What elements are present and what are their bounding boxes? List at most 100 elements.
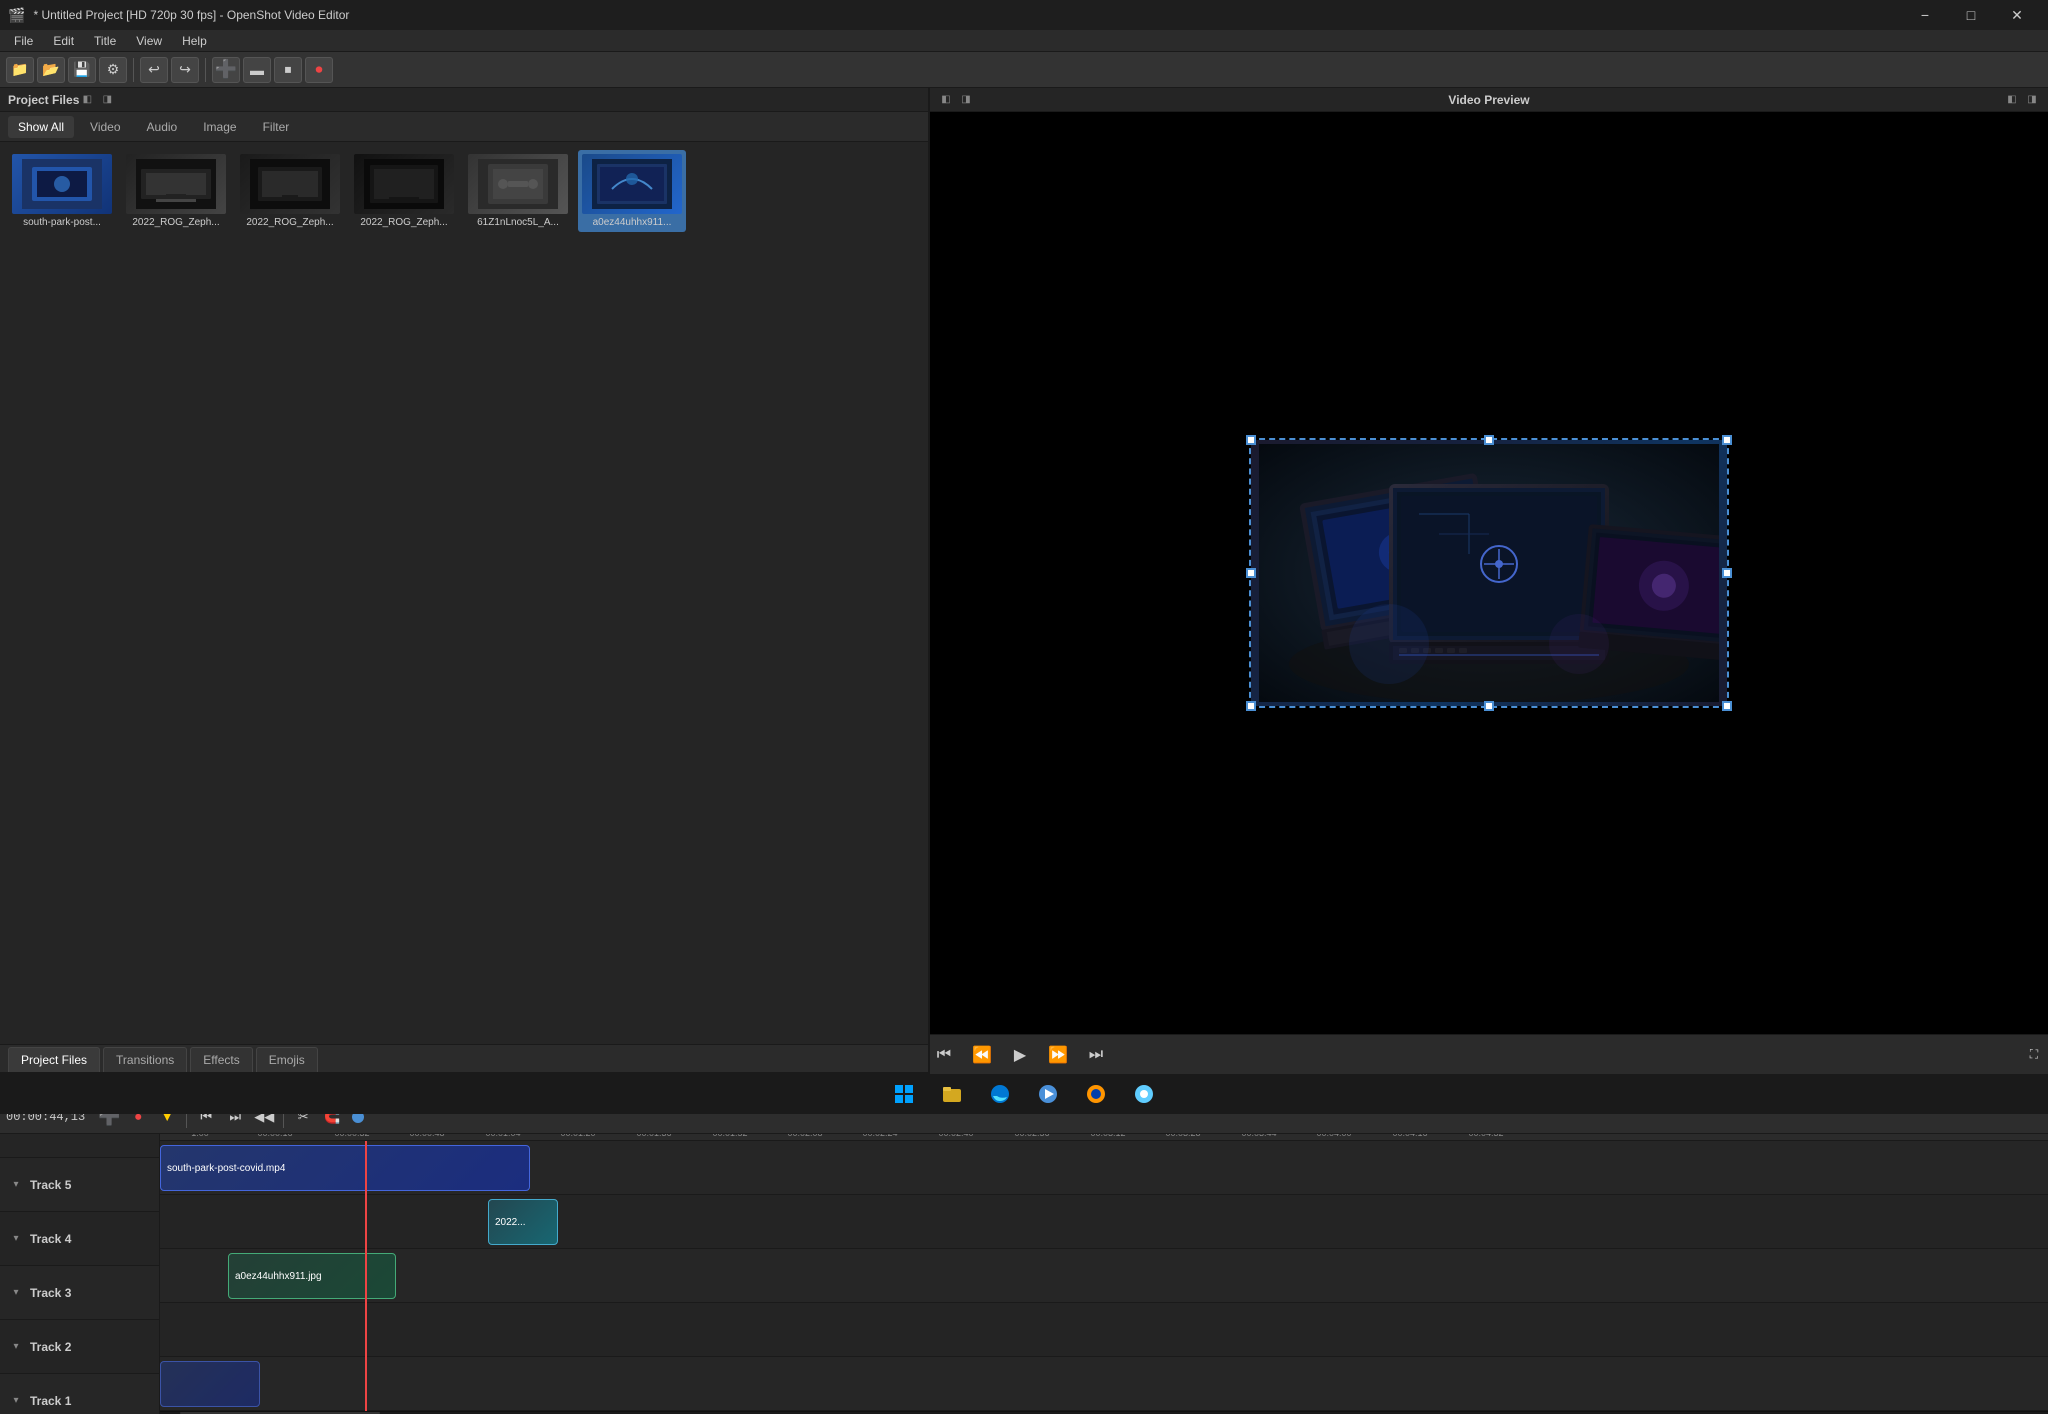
menu-edit[interactable]: Edit [43, 32, 84, 50]
ruler-mark-15: 00:04:00 [1316, 1134, 1351, 1138]
bt-tab-emojis[interactable]: Emojis [256, 1047, 318, 1072]
file-item-3[interactable]: 2022_ROG_Zeph... [350, 150, 458, 232]
track-row-5[interactable]: south-park-post-covid.mp4 [160, 1141, 2048, 1195]
track-row-2[interactable] [160, 1303, 2048, 1357]
ruler-mark-16: 00:04:16 [1392, 1134, 1427, 1138]
bt-tab-project-files[interactable]: Project Files [8, 1047, 100, 1072]
handle-tm[interactable] [1484, 435, 1494, 445]
thumb-img-4 [468, 154, 568, 214]
close-button[interactable]: ✕ [1994, 0, 2040, 30]
timeline-ruler[interactable]: 1:00 00:00:16 00:00:32 00:00:48 00:01:04… [160, 1134, 2048, 1141]
timeline-ruler-and-tracks: 1:00 00:00:16 00:00:32 00:00:48 00:01:04… [160, 1134, 2048, 1414]
add-media-button[interactable]: ➕ [212, 57, 240, 83]
step-back-button[interactable]: ⏪ [968, 1041, 996, 1069]
bt-tab-transitions[interactable]: Transitions [103, 1047, 187, 1072]
file-label-0: south-park-post... [23, 217, 101, 228]
clip-image[interactable]: a0ez44uhhx911.jpg [228, 1253, 396, 1299]
clip-southpark[interactable]: south-park-post-covid.mp4 [160, 1145, 530, 1191]
vp-icon-2[interactable]: ◨ [958, 92, 974, 108]
collapse-track-3[interactable]: ▾ [8, 1285, 24, 1301]
ruler-mark-5: 00:01:20 [560, 1134, 595, 1138]
rewind-to-start-button[interactable]: ⏮ [930, 1041, 958, 1069]
video-preview-header: ◧ ◨ Video Preview ◧ ◨ [930, 88, 2048, 112]
tab-audio[interactable]: Audio [137, 116, 188, 138]
tab-image[interactable]: Image [193, 116, 246, 138]
tab-video[interactable]: Video [80, 116, 130, 138]
stop-button[interactable]: ⏹ [274, 57, 302, 83]
video-canvas-inner[interactable] [1249, 438, 1729, 708]
new-button[interactable]: 📁 [6, 57, 34, 83]
timeline-content: ▾ Track 5 ▾ Track 4 ▾ Track 3 ▾ Track 2 … [0, 1134, 2048, 1414]
tab-filter[interactable]: Filter [253, 116, 300, 138]
menu-help[interactable]: Help [172, 32, 217, 50]
thumb-img-5 [582, 154, 682, 214]
file-item-1[interactable]: 2022_ROG_Zeph... [122, 150, 230, 232]
file-item-2[interactable]: 2022_ROG_Zeph... [236, 150, 344, 232]
step-forward-button[interactable]: ⏩ [1044, 1041, 1072, 1069]
vp-icon-1[interactable]: ◧ [938, 92, 954, 108]
firefox-icon [1085, 1083, 1107, 1105]
clip-2022-label: 2022... [495, 1217, 526, 1228]
clip-track1[interactable] [160, 1361, 260, 1407]
video-canvas [930, 112, 2048, 1034]
maximize-button[interactable]: □ [1948, 0, 1994, 30]
record-button[interactable]: ⏺ [305, 57, 333, 83]
handle-bl[interactable] [1246, 701, 1256, 711]
clip-2022[interactable]: 2022... [488, 1199, 558, 1245]
track-row-1[interactable] [160, 1357, 2048, 1411]
collapse-track-1[interactable]: ▾ [8, 1393, 24, 1409]
redo-button[interactable]: ↪ [171, 57, 199, 83]
project-files-title: Project Files [8, 93, 79, 107]
file-label-4: 61Z1nLnoc5L_A... [477, 217, 559, 228]
remove-button[interactable]: ▬ [243, 57, 271, 83]
tab-show-all[interactable]: Show All [8, 116, 74, 138]
fast-forward-button[interactable]: ⏭ [1082, 1041, 1110, 1069]
file-label-5: a0ez44uhhx911... [593, 217, 672, 228]
handle-bm[interactable] [1484, 701, 1494, 711]
timeline-section: Timeline ◧ ◨ 00:00:44,13 ➕ ⏺ ▼ ⏮ ⏭ ◀◀ ✂ … [0, 1074, 2048, 1414]
fullscreen-button[interactable]: ⛶ [2020, 1041, 2048, 1069]
menu-file[interactable]: File [4, 32, 43, 50]
taskbar-windows[interactable] [886, 1076, 922, 1112]
file-item-4[interactable]: 61Z1nLnoc5L_A... [464, 150, 572, 232]
minimize-button[interactable]: − [1902, 0, 1948, 30]
ruler-mark-10: 00:02:40 [938, 1134, 973, 1138]
file-item-0[interactable]: south-park-post... [8, 150, 116, 232]
open-button[interactable]: 📂 [37, 57, 65, 83]
video-controls: ⏮ ⏪ ▶ ⏩ ⏭ ⛶ [930, 1034, 2048, 1074]
track-row-3[interactable]: a0ez44uhhx911.jpg [160, 1249, 2048, 1303]
bt-tab-effects[interactable]: Effects [190, 1047, 252, 1072]
taskbar-firefox[interactable] [1078, 1076, 1114, 1112]
ruler-mark-8: 00:02:08 [787, 1134, 822, 1138]
titlebar-title: * Untitled Project [HD 720p 30 fps] - Op… [33, 8, 349, 22]
ruler-mark-0: 1:00 [191, 1134, 209, 1138]
handle-mr[interactable] [1722, 568, 1732, 578]
export-button[interactable]: ⚙ [99, 57, 127, 83]
save-button[interactable]: 💾 [68, 57, 96, 83]
collapse-track-2[interactable]: ▾ [8, 1339, 24, 1355]
handle-ml[interactable] [1246, 568, 1256, 578]
menu-title[interactable]: Title [84, 32, 126, 50]
taskbar-openshot[interactable] [1030, 1076, 1066, 1112]
track-row-4[interactable]: 2022... [160, 1195, 2048, 1249]
menu-view[interactable]: View [126, 32, 172, 50]
taskbar-settings[interactable] [1126, 1076, 1162, 1112]
track-3-name: Track 3 [30, 1286, 71, 1300]
thumbnail-grid: south-park-post... 2022_ROG_Zeph... [8, 150, 920, 232]
play-button[interactable]: ▶ [1006, 1041, 1034, 1069]
vp-icon-4[interactable]: ◨ [2024, 92, 2040, 108]
taskbar-edge[interactable] [982, 1076, 1018, 1112]
file-item-5[interactable]: a0ez44uhhx911... [578, 150, 686, 232]
taskbar-explorer[interactable] [934, 1076, 970, 1112]
handle-tr[interactable] [1722, 435, 1732, 445]
collapse-track-4[interactable]: ▾ [8, 1231, 24, 1247]
pf-icon-2[interactable]: ◨ [99, 92, 115, 108]
collapse-track-5[interactable]: ▾ [8, 1177, 24, 1193]
ruler-mark-4: 00:01:04 [485, 1134, 520, 1138]
undo-button[interactable]: ↩ [140, 57, 168, 83]
pf-icon-1[interactable]: ◧ [79, 92, 95, 108]
handle-br[interactable] [1722, 701, 1732, 711]
handle-tl[interactable] [1246, 435, 1256, 445]
toolbar: 📁 📂 💾 ⚙ ↩ ↪ ➕ ▬ ⏹ ⏺ [0, 52, 2048, 88]
vp-icon-3[interactable]: ◧ [2004, 92, 2020, 108]
